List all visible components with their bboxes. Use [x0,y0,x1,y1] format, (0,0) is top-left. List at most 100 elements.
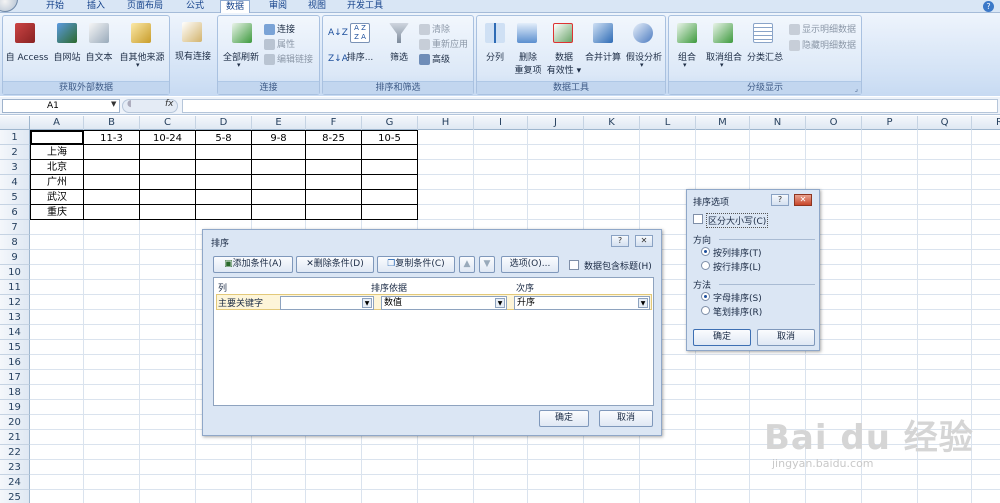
table-cell[interactable] [306,160,362,175]
group-button[interactable]: 组合 [671,50,703,63]
office-button[interactable] [0,0,18,12]
sort-ok-button[interactable]: 确定 [539,410,589,427]
table-cell[interactable] [306,205,362,220]
delete-level-button[interactable]: ✕删除条件(D) [296,256,374,273]
sort-ascending-button[interactable]: A↓Z [328,28,348,38]
connections-button[interactable]: 连接 [264,22,295,35]
table-cell[interactable] [252,190,306,205]
options-cancel-button[interactable]: 取消 [757,329,815,346]
tab-review[interactable]: 审阅 [268,0,288,13]
table-cell[interactable] [196,175,252,190]
close-icon[interactable]: ✕ [635,235,653,247]
table-cell[interactable] [84,145,140,160]
table-row-label-cell[interactable]: 北京 [30,160,84,175]
dialog-launcher-icon[interactable]: ⌟ [855,85,858,93]
table-cell[interactable] [362,145,418,160]
column-header[interactable]: K [584,116,640,130]
table-cell[interactable] [84,205,140,220]
clear-button[interactable]: 清除 [419,22,450,35]
close-icon[interactable]: ✕ [794,194,812,206]
row-header[interactable]: 5 [0,190,30,205]
tab-view[interactable]: 视图 [307,0,327,13]
table-row-label-cell[interactable]: 广州 [30,175,84,190]
row-header[interactable]: 18 [0,385,30,400]
row-header[interactable]: 24 [0,475,30,490]
table-cell[interactable] [306,145,362,160]
select-all-button[interactable] [0,116,30,130]
table-cell[interactable] [306,190,362,205]
edit-links-button[interactable]: 编辑链接 [264,52,313,65]
help-icon[interactable]: ? [771,194,789,206]
row-header[interactable]: 6 [0,205,30,220]
insert-function-icon[interactable]: fx [165,99,174,109]
table-row-label-cell[interactable]: 武汉 [30,190,84,205]
table-cell[interactable] [140,205,196,220]
tab-formulas[interactable]: 公式 [185,0,205,13]
table-cell[interactable] [362,205,418,220]
table-cell[interactable] [140,175,196,190]
column-header[interactable]: O [806,116,862,130]
column-header[interactable]: N [750,116,806,130]
table-cell[interactable] [84,160,140,175]
table-cell[interactable] [306,175,362,190]
show-detail-button[interactable]: 显示明细数据 [789,22,856,35]
row-header[interactable]: 20 [0,415,30,430]
table-header-cell[interactable]: 11-3 [84,130,140,145]
row-header[interactable]: 22 [0,445,30,460]
sort-key-select[interactable]: ▼ [280,296,374,310]
options-ok-button[interactable]: 确定 [693,329,751,346]
existing-connections-button[interactable]: 现有连接 [172,49,214,62]
refresh-all-button[interactable]: 全部刷新 [218,50,264,63]
tab-developer[interactable]: 开发工具 [346,0,384,13]
table-cell[interactable] [362,175,418,190]
row-header[interactable]: 7 [0,220,30,235]
table-cell[interactable] [362,160,418,175]
sort-by-column-radio[interactable] [701,247,710,256]
what-if-analysis-button[interactable]: 假设分析 [623,50,665,63]
sort-on-select[interactable]: 数值 ▼ [381,296,507,310]
column-header[interactable]: P [862,116,918,130]
row-header[interactable]: 14 [0,325,30,340]
table-cell[interactable] [196,205,252,220]
case-sensitive-checkbox[interactable] [693,214,703,224]
table-cell[interactable] [140,145,196,160]
row-header[interactable]: 12 [0,295,30,310]
text-to-columns-button[interactable]: 分列 [479,50,511,63]
table-cell[interactable] [252,175,306,190]
tab-page-layout[interactable]: 页面布局 [126,0,164,13]
row-header[interactable]: 9 [0,250,30,265]
formula-expand-icon[interactable]: ◖ [127,99,132,109]
sort-button[interactable]: 排序... [343,50,377,63]
sort-by-row-radio[interactable] [701,261,710,270]
data-validation-button[interactable]: 数据 有效性 ▾ [545,50,583,76]
column-header[interactable]: D [196,116,252,130]
row-header[interactable]: 11 [0,280,30,295]
order-select[interactable]: 升序 ▼ [514,296,650,310]
formula-input[interactable] [182,99,998,113]
sort-cancel-button[interactable]: 取消 [599,410,653,427]
row-header[interactable]: 1 [0,130,30,145]
table-header-cell[interactable]: 8-25 [306,130,362,145]
column-header[interactable]: Q [918,116,972,130]
stroke-sort-radio[interactable] [701,306,710,315]
add-level-button[interactable]: ▣添加条件(A) [213,256,293,273]
table-cell[interactable] [196,145,252,160]
move-down-button[interactable]: ▼ [479,256,495,273]
copy-level-button[interactable]: ❐复制条件(C) [377,256,455,273]
subtotal-button[interactable]: 分类汇总 [745,50,785,63]
table-cell[interactable] [252,205,306,220]
table-cell[interactable] [84,175,140,190]
table-cell[interactable] [252,145,306,160]
remove-duplicates-button[interactable]: 删除 重复项 [511,50,545,76]
table-cell[interactable] [362,190,418,205]
column-header[interactable]: L [640,116,696,130]
table-cell[interactable] [252,160,306,175]
column-header[interactable]: C [140,116,196,130]
table-cell[interactable] [140,160,196,175]
row-header[interactable]: 3 [0,160,30,175]
row-header[interactable]: 21 [0,430,30,445]
row-header[interactable]: 13 [0,310,30,325]
row-header[interactable]: 8 [0,235,30,250]
table-header-cell[interactable]: 9-8 [252,130,306,145]
row-header[interactable]: 2 [0,145,30,160]
